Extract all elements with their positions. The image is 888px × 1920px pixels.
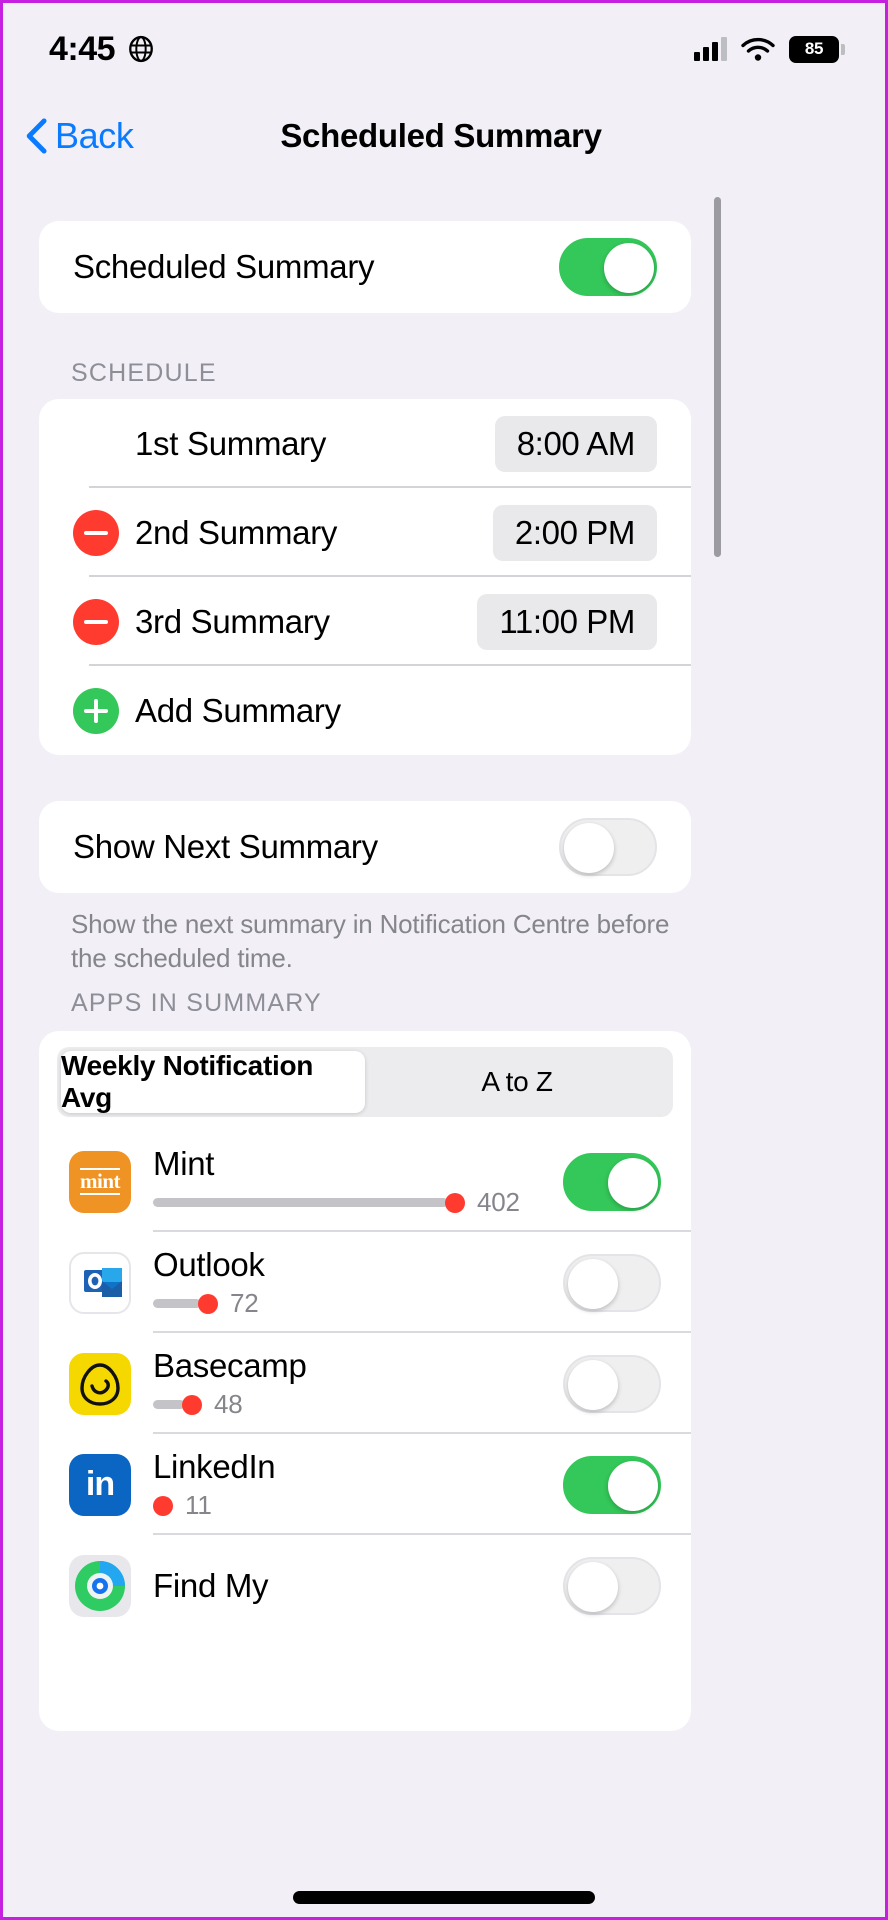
nav-bar: Back Scheduled Summary bbox=[3, 95, 885, 177]
app-name: Basecamp bbox=[153, 1347, 307, 1384]
meter-dot bbox=[153, 1495, 173, 1516]
toggle-knob bbox=[604, 243, 654, 293]
app-row-mint[interactable]: mint Mint 402 bbox=[39, 1131, 691, 1232]
app-row-find-my-content: Find My bbox=[153, 1567, 563, 1605]
schedule-row-1[interactable]: 1st Summary 8:00 AM bbox=[39, 399, 691, 488]
add-summary-row[interactable]: Add Summary bbox=[39, 666, 691, 755]
app-name: Outlook bbox=[153, 1246, 265, 1283]
status-bar: 4:45 85 bbox=[3, 3, 885, 95]
plus-circle-icon[interactable] bbox=[73, 687, 119, 734]
meter-bar bbox=[153, 1400, 185, 1409]
notification-meter: 402 bbox=[153, 1187, 563, 1218]
schedule-card: 1st Summary 8:00 AM 2nd Summary 2:00 PM … bbox=[39, 399, 691, 755]
schedule-row-2-time[interactable]: 2:00 PM bbox=[492, 504, 657, 561]
notification-meter: 48 bbox=[153, 1389, 563, 1420]
meter-dot bbox=[445, 1192, 465, 1213]
app-name: LinkedIn bbox=[153, 1448, 276, 1485]
notification-meter: 72 bbox=[153, 1288, 563, 1319]
notification-count: 72 bbox=[230, 1288, 259, 1318]
outlook-app-icon bbox=[69, 1251, 131, 1314]
meter-bar bbox=[153, 1198, 448, 1207]
app-name: Mint bbox=[153, 1145, 215, 1182]
battery-indicator: 85 bbox=[789, 35, 845, 63]
findmy-app-icon bbox=[69, 1554, 131, 1617]
schedule-row-1-time[interactable]: 8:00 AM bbox=[494, 415, 657, 472]
page-title: Scheduled Summary bbox=[280, 117, 602, 154]
show-next-summary-label: Show Next Summary bbox=[73, 828, 378, 865]
schedule-section-header: SCHEDULE bbox=[71, 359, 217, 387]
scheduled-summary-row[interactable]: Scheduled Summary bbox=[39, 221, 691, 313]
app-toggle-mint[interactable] bbox=[563, 1152, 661, 1211]
app-row-basecamp-content: Basecamp 48 bbox=[153, 1347, 563, 1420]
chevron-left-icon bbox=[26, 118, 47, 154]
minus-circle-icon[interactable] bbox=[73, 509, 119, 556]
scheduled-summary-card: Scheduled Summary bbox=[39, 221, 691, 313]
app-row-linkedin-content: LinkedIn 11 bbox=[153, 1448, 563, 1521]
app-toggle-linkedin[interactable] bbox=[563, 1455, 661, 1514]
show-next-summary-row[interactable]: Show Next Summary bbox=[39, 801, 691, 893]
show-next-summary-toggle[interactable] bbox=[559, 818, 657, 876]
apps-card: Weekly Notification Avg A to Z mint Mint… bbox=[39, 1031, 691, 1731]
home-indicator bbox=[293, 1891, 595, 1904]
app-row-find-my[interactable]: Find My bbox=[39, 1535, 691, 1636]
app-name: Find My bbox=[153, 1566, 269, 1604]
notification-meter: 11 bbox=[153, 1490, 563, 1521]
status-bar-left: 4:45 bbox=[49, 30, 155, 69]
toggle-knob bbox=[568, 1561, 618, 1612]
app-row-basecamp[interactable]: Basecamp 48 bbox=[39, 1333, 691, 1434]
scheduled-summary-toggle[interactable] bbox=[559, 238, 657, 296]
app-toggle-basecamp[interactable] bbox=[563, 1354, 661, 1413]
toggle-knob bbox=[608, 1157, 658, 1208]
meter-bar bbox=[153, 1299, 201, 1308]
schedule-row-3-label: 3rd Summary bbox=[135, 602, 330, 640]
phone-screen: 4:45 85 Back Scheduled Summary Scheduled… bbox=[0, 0, 888, 1920]
scheduled-summary-label: Scheduled Summary bbox=[73, 248, 375, 285]
cellular-signal-icon bbox=[694, 37, 727, 61]
show-next-summary-footnote: Show the next summary in Notification Ce… bbox=[71, 909, 670, 973]
app-toggle-find-my[interactable] bbox=[563, 1556, 661, 1615]
back-button[interactable]: Back bbox=[25, 115, 134, 157]
app-row-mint-content: Mint 402 bbox=[153, 1145, 563, 1218]
linkedin-app-icon: in bbox=[69, 1453, 131, 1516]
toggle-knob bbox=[568, 1258, 618, 1309]
show-next-summary-card: Show Next Summary bbox=[39, 801, 691, 893]
schedule-row-3[interactable]: 3rd Summary 11:00 PM bbox=[39, 577, 691, 666]
meter-dot bbox=[182, 1394, 202, 1415]
schedule-row-2-label: 2nd Summary bbox=[135, 513, 338, 551]
toggle-knob bbox=[568, 1359, 618, 1410]
notification-count: 48 bbox=[214, 1389, 243, 1419]
add-summary-label: Add Summary bbox=[135, 691, 341, 729]
status-bar-clock: 4:45 bbox=[49, 29, 116, 68]
settings-scroll-area[interactable]: Scheduled Summary SCHEDULE 1st Summary 8… bbox=[3, 177, 885, 1917]
apps-section-header: APPS IN SUMMARY bbox=[71, 989, 322, 1017]
app-row-outlook-content: Outlook 72 bbox=[153, 1246, 563, 1319]
notification-count: 402 bbox=[477, 1187, 520, 1217]
schedule-row-2[interactable]: 2nd Summary 2:00 PM bbox=[39, 488, 691, 577]
meter-dot bbox=[198, 1293, 218, 1314]
segment-weekly-notification-avg[interactable]: Weekly Notification Avg bbox=[61, 1050, 365, 1113]
toggle-knob bbox=[608, 1460, 658, 1511]
segment-a-to-z[interactable]: A to Z bbox=[365, 1051, 669, 1113]
app-toggle-outlook[interactable] bbox=[563, 1253, 661, 1312]
apps-sort-segmented-control[interactable]: Weekly Notification Avg A to Z bbox=[57, 1047, 673, 1117]
vertical-scrollbar[interactable] bbox=[714, 197, 721, 557]
globe-icon bbox=[129, 35, 153, 63]
toggle-knob bbox=[564, 823, 614, 873]
schedule-row-1-label: 1st Summary bbox=[135, 424, 327, 462]
basecamp-app-icon bbox=[69, 1352, 131, 1415]
back-button-label: Back bbox=[55, 115, 134, 156]
battery-percent-label: 85 bbox=[804, 39, 824, 58]
notification-count: 11 bbox=[185, 1490, 212, 1520]
status-bar-right: 85 bbox=[694, 35, 845, 63]
wifi-icon bbox=[741, 37, 775, 61]
minus-circle-icon[interactable] bbox=[73, 598, 119, 645]
app-row-outlook[interactable]: Outlook 72 bbox=[39, 1232, 691, 1333]
mint-app-icon: mint bbox=[69, 1150, 131, 1213]
schedule-row-3-time[interactable]: 11:00 PM bbox=[477, 593, 657, 650]
app-row-linkedin[interactable]: in LinkedIn 11 bbox=[39, 1434, 691, 1535]
